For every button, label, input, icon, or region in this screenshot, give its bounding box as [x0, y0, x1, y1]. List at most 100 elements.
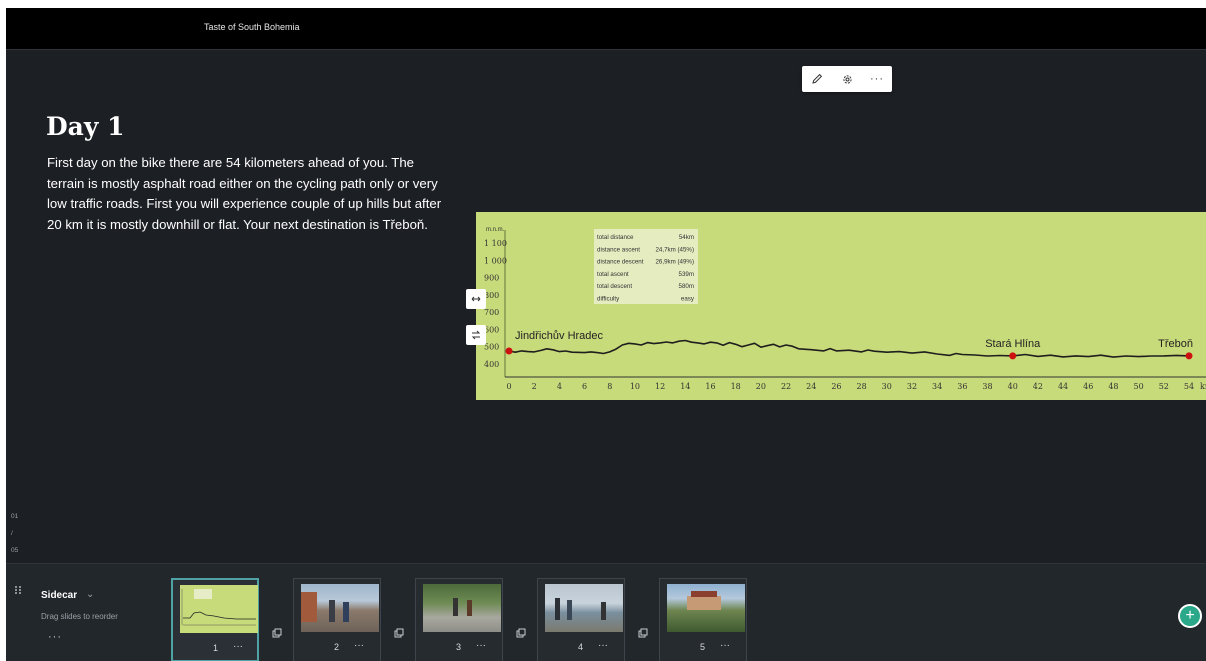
cyclist-figure [453, 598, 458, 616]
drag-handle-icon[interactable] [14, 585, 22, 595]
elevation-profile-chart: m.n.m.1 1001 0009008007006005004000 2 4 6 8 1… [484, 227, 1206, 391]
x-tick-label: 12 [655, 382, 665, 391]
reorder-hint: Drag slides to reorder [41, 612, 118, 621]
cyclist-figure [329, 600, 335, 622]
story-builder-app: Taste of South Bohemia ··· Day 1 First d… [6, 8, 1206, 661]
x-tick-label: 26 [831, 382, 841, 391]
slide-card-2[interactable]: 2 ··· [293, 578, 381, 661]
ellipsis-icon: ··· [870, 73, 884, 85]
story-title[interactable]: Taste of South Bohemia [204, 22, 300, 32]
cyclist-figure [567, 600, 572, 620]
more-options-button[interactable]: ··· [866, 68, 888, 90]
place-label: Jindřichův Hradec [515, 330, 604, 342]
x-tick-label: 0 [506, 382, 511, 391]
slide-counter-total: 05 [11, 547, 19, 554]
slide-thumbnail-lake-cyclists [545, 584, 623, 632]
slide-toolbar: ··· [802, 66, 892, 92]
y-tick-label: 600 [484, 325, 499, 334]
slide-thumbnail-elevation [180, 585, 258, 633]
swap-layout-button[interactable] [466, 325, 486, 345]
chateau-building [687, 596, 721, 610]
slide-number: 4 [578, 642, 584, 652]
y-tick-label: 800 [484, 291, 499, 300]
y-tick-label: 1 100 [484, 239, 507, 248]
building-shape [301, 592, 317, 622]
x-tick-label: 40 [1008, 382, 1018, 391]
x-tick-label: 30 [882, 382, 892, 391]
stat-value: 54km [679, 234, 694, 241]
slide-thumbnail-chateau [667, 584, 745, 632]
slide-number: 1 [213, 643, 219, 653]
x-tick-label: 28 [856, 382, 866, 391]
slide-heading[interactable]: Day 1 [46, 112, 125, 141]
duplicate-slide-icon[interactable] [516, 628, 526, 638]
settings-button[interactable] [836, 68, 858, 90]
sidecar-title[interactable]: Sidecar [41, 590, 77, 601]
x-tick-label: 20 [756, 382, 766, 391]
slide-counter-current: 01 [11, 513, 19, 520]
slide-more-button[interactable]: ··· [354, 640, 364, 651]
slide-number: 2 [334, 642, 340, 652]
slide-more-button[interactable]: ··· [233, 641, 243, 652]
slide-more-button[interactable]: ··· [720, 640, 730, 651]
slide-card-4[interactable]: 4 ··· [537, 578, 625, 661]
place-marker [505, 347, 513, 355]
slide-card-1[interactable]: 1 ··· [171, 578, 259, 661]
y-tick-label: 900 [484, 274, 499, 283]
stat-label: total distance [597, 234, 634, 241]
x-tick-label: 54 [1184, 382, 1194, 391]
cyclist-figure [555, 598, 560, 620]
x-tick-label: 42 [1033, 382, 1043, 391]
x-tick-label: 16 [705, 382, 715, 391]
x-tick-label: 14 [680, 382, 690, 391]
x-tick-label: 36 [957, 382, 967, 391]
stat-value: easy [681, 296, 695, 303]
cyclist-figure [343, 602, 349, 622]
slide-number: 3 [456, 642, 462, 652]
slide-builder-panel: Sidecar ⌄ Drag slides to reorder ··· 1 ·… [6, 563, 1206, 661]
x-tick-label: 6 [582, 382, 587, 391]
x-tick-label: 22 [781, 382, 791, 391]
duplicate-slide-icon[interactable] [638, 628, 648, 638]
x-tick-label: 8 [607, 382, 612, 391]
slide-more-button[interactable]: ··· [476, 640, 486, 651]
x-tick-label: 34 [932, 382, 942, 391]
stat-value: 580m [679, 283, 694, 290]
stat-label: distance ascent [597, 246, 640, 253]
header: Taste of South Bohemia [6, 8, 1206, 50]
slide-card-5[interactable]: 5 ··· [659, 578, 747, 661]
chateau-roof [691, 591, 717, 597]
add-slide-button[interactable]: + [1178, 604, 1202, 628]
duplicate-slide-icon[interactable] [272, 628, 282, 638]
x-tick-label: 10 [630, 382, 640, 391]
place-label: Třeboň [1158, 338, 1193, 350]
stat-label: total ascent [597, 271, 629, 278]
place-marker [1185, 352, 1193, 360]
place-marker [1009, 352, 1017, 360]
sidecar-more-button[interactable]: ··· [48, 631, 62, 643]
stat-value: 26,9km (49%) [655, 259, 694, 266]
elevation-profile-media[interactable]: m.n.m. 1 100 1 000 900 800 700 600 500 400 0 2 4 6 8 1… [476, 212, 1206, 400]
slide-body-text[interactable]: First day on the bike there are 54 kilom… [47, 153, 447, 235]
duplicate-slide-icon[interactable] [394, 628, 404, 638]
stat-label: total descent [597, 283, 632, 290]
y-tick-label: 500 [484, 343, 499, 352]
y-tick-label: 700 [484, 308, 499, 317]
edit-button[interactable] [806, 68, 828, 90]
elevation-thumbnail-graphic [181, 589, 256, 626]
stat-label: distance descent [597, 259, 644, 266]
cyclist-figure [601, 602, 606, 620]
x-tick-label: 48 [1108, 382, 1118, 391]
chevron-down-icon[interactable]: ⌄ [86, 589, 94, 600]
x-tick-label: 46 [1083, 382, 1093, 391]
slide-card-3[interactable]: 3 ··· [415, 578, 503, 661]
slide-thumbnail-town-square [301, 584, 379, 632]
slide-more-button[interactable]: ··· [598, 640, 608, 651]
x-tick-label: 32 [907, 382, 917, 391]
y-tick-label: 400 [484, 360, 499, 369]
x-tick-label: 44 [1058, 382, 1068, 391]
pencil-icon [812, 73, 823, 84]
stat-label: difficulty [597, 296, 620, 303]
y-unit-label: m.n.m. [486, 227, 505, 233]
expand-width-button[interactable] [466, 289, 486, 309]
